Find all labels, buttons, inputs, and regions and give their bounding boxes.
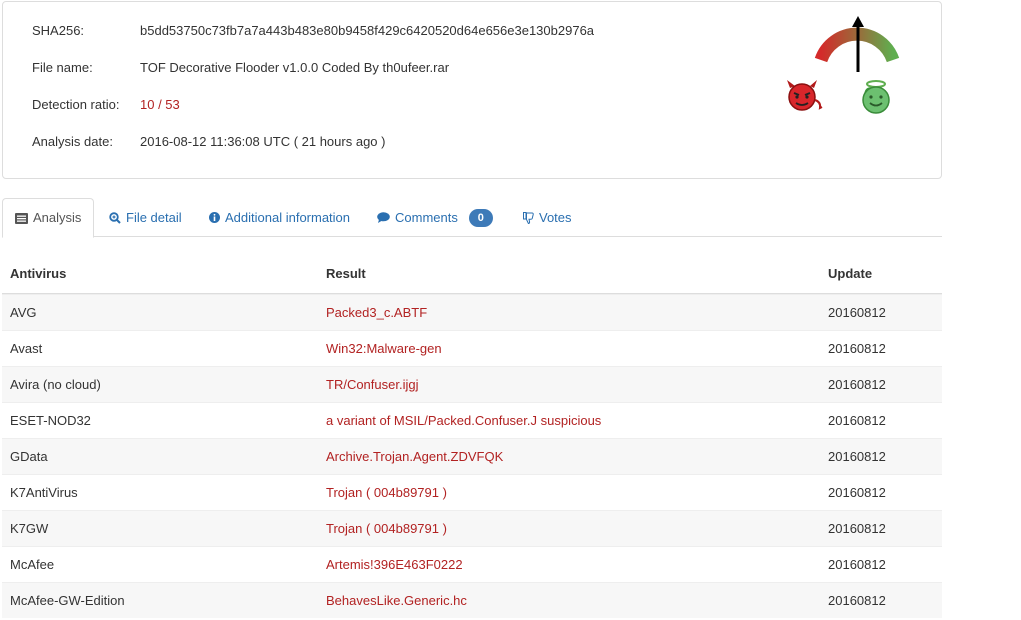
detection-result: TR/Confuser.ijgj xyxy=(326,377,419,392)
detection-result: Packed3_c.ABTF xyxy=(326,305,428,320)
update-date: 20160812 xyxy=(828,305,886,320)
antivirus-results-table: Antivirus Result Update AVG Packed3_c.ABT… xyxy=(2,255,942,618)
tab-additional-information[interactable]: Additional information xyxy=(209,198,350,237)
table-row: AVG Packed3_c.ABTF 20160812 xyxy=(2,294,942,330)
column-header-update: Update xyxy=(828,266,873,281)
sha256-value: b5dd53750c73fb7a7a443b483e80b9458f429c64… xyxy=(140,23,595,38)
column-header-antivirus: Antivirus xyxy=(10,266,67,281)
detection-ratio-label: Detection ratio: xyxy=(32,97,120,112)
antivirus-name: McAfee-GW-Edition xyxy=(10,593,125,608)
update-date: 20160812 xyxy=(828,593,886,608)
table-row: Avira (no cloud) TR/Confuser.ijgj 20160812 xyxy=(2,366,942,402)
devil-face-icon xyxy=(787,80,823,111)
tab-comments[interactable]: Comments 0 xyxy=(377,198,493,237)
detection-result: a variant of MSIL/Packed.Confuser.J susp… xyxy=(326,413,602,428)
antivirus-name: K7AntiVirus xyxy=(10,485,78,500)
table-row: Avast Win32:Malware-gen 20160812 xyxy=(2,330,942,366)
antivirus-name: Avast xyxy=(10,341,43,356)
detection-result: Artemis!396E463F0222 xyxy=(326,557,463,572)
filename-label: File name: xyxy=(32,60,93,75)
file-summary-panel: SHA256: b5dd53750c73fb7a7a443b483e80b945… xyxy=(2,1,942,179)
update-date: 20160812 xyxy=(828,413,886,428)
comment-icon xyxy=(377,212,390,223)
tab-comments-label: Comments xyxy=(395,209,458,225)
table-body: AVG Packed3_c.ABTF 20160812 Avast Win32:Malw… xyxy=(2,294,942,618)
update-date: 20160812 xyxy=(828,557,886,572)
tab-additional-information-label: Additional information xyxy=(225,209,351,225)
detection-result: Win32:Malware-gen xyxy=(326,341,442,356)
detection-result: Trojan ( 004b89791 ) xyxy=(326,521,447,536)
update-date: 20160812 xyxy=(828,449,886,464)
table-row: GData Archive.Trojan.Agent.ZDVFQK 20160812 xyxy=(2,438,942,474)
antivirus-name: Avira (no cloud) xyxy=(10,377,101,392)
antivirus-name: McAfee xyxy=(10,557,55,572)
table-row: McAfee Artemis!396E463F0222 20160812 xyxy=(2,546,942,582)
detection-result: Archive.Trojan.Agent.ZDVFQK xyxy=(326,449,504,464)
filename-value: TOF Decorative Flooder v1.0.0 Coded By t… xyxy=(140,60,450,75)
tab-votes[interactable]: Votes xyxy=(523,198,572,237)
tab-analysis-label: Analysis xyxy=(33,210,82,225)
antivirus-name: GData xyxy=(10,449,48,464)
analysis-date-value: 2016-08-12 11:36:08 UTC ( 21 hours ago ) xyxy=(140,134,386,149)
angel-face-icon xyxy=(862,80,890,114)
info-icon xyxy=(209,212,220,223)
tab-analysis[interactable]: Analysis xyxy=(2,198,95,238)
sha256-label: SHA256: xyxy=(32,23,85,38)
antivirus-name: ESET-NOD32 xyxy=(10,413,91,428)
comments-count-badge: 0 xyxy=(468,208,493,227)
table-row: ESET-NOD32 a variant of MSIL/Packed.Confu… xyxy=(2,402,942,438)
antivirus-name: AVG xyxy=(10,305,37,320)
detection-ratio-value: 10 / 53 xyxy=(140,97,180,112)
table-row: K7GW Trojan ( 004b89791 ) 20160812 xyxy=(2,510,942,546)
detection-result: Trojan ( 004b89791 ) xyxy=(326,485,447,500)
detection-result: BehavesLike.Generic.hc xyxy=(326,593,467,608)
malicious-votes[interactable]: 0 xyxy=(784,80,823,114)
table-header: Antivirus Result Update xyxy=(2,255,942,294)
update-date: 20160812 xyxy=(828,377,886,392)
table-row: K7AntiVirus Trojan ( 004b89791 ) 20160812 xyxy=(2,474,942,510)
zoom-icon xyxy=(109,211,121,224)
harmless-votes[interactable]: 0 xyxy=(859,80,890,114)
gauge-arc-icon xyxy=(814,16,900,72)
analysis-date-label: Analysis date: xyxy=(32,134,113,149)
update-date: 20160812 xyxy=(828,341,886,356)
update-date: 20160812 xyxy=(828,485,886,500)
thumbs-down-icon xyxy=(523,211,534,224)
analysis-tabs: Analysis File detail Additional informat… xyxy=(2,198,942,238)
tab-file-detail[interactable]: File detail xyxy=(109,198,182,237)
tab-votes-label: Votes xyxy=(539,209,572,225)
table-row: McAfee-GW-Edition BehavesLike.Generic.hc 2… xyxy=(2,582,942,618)
list-icon xyxy=(15,212,28,224)
community-score-gauge: 0 0 xyxy=(781,12,921,117)
column-header-result: Result xyxy=(326,266,366,281)
update-date: 20160812 xyxy=(828,521,886,536)
antivirus-name: K7GW xyxy=(10,521,49,536)
tab-file-detail-label: File detail xyxy=(126,209,182,225)
